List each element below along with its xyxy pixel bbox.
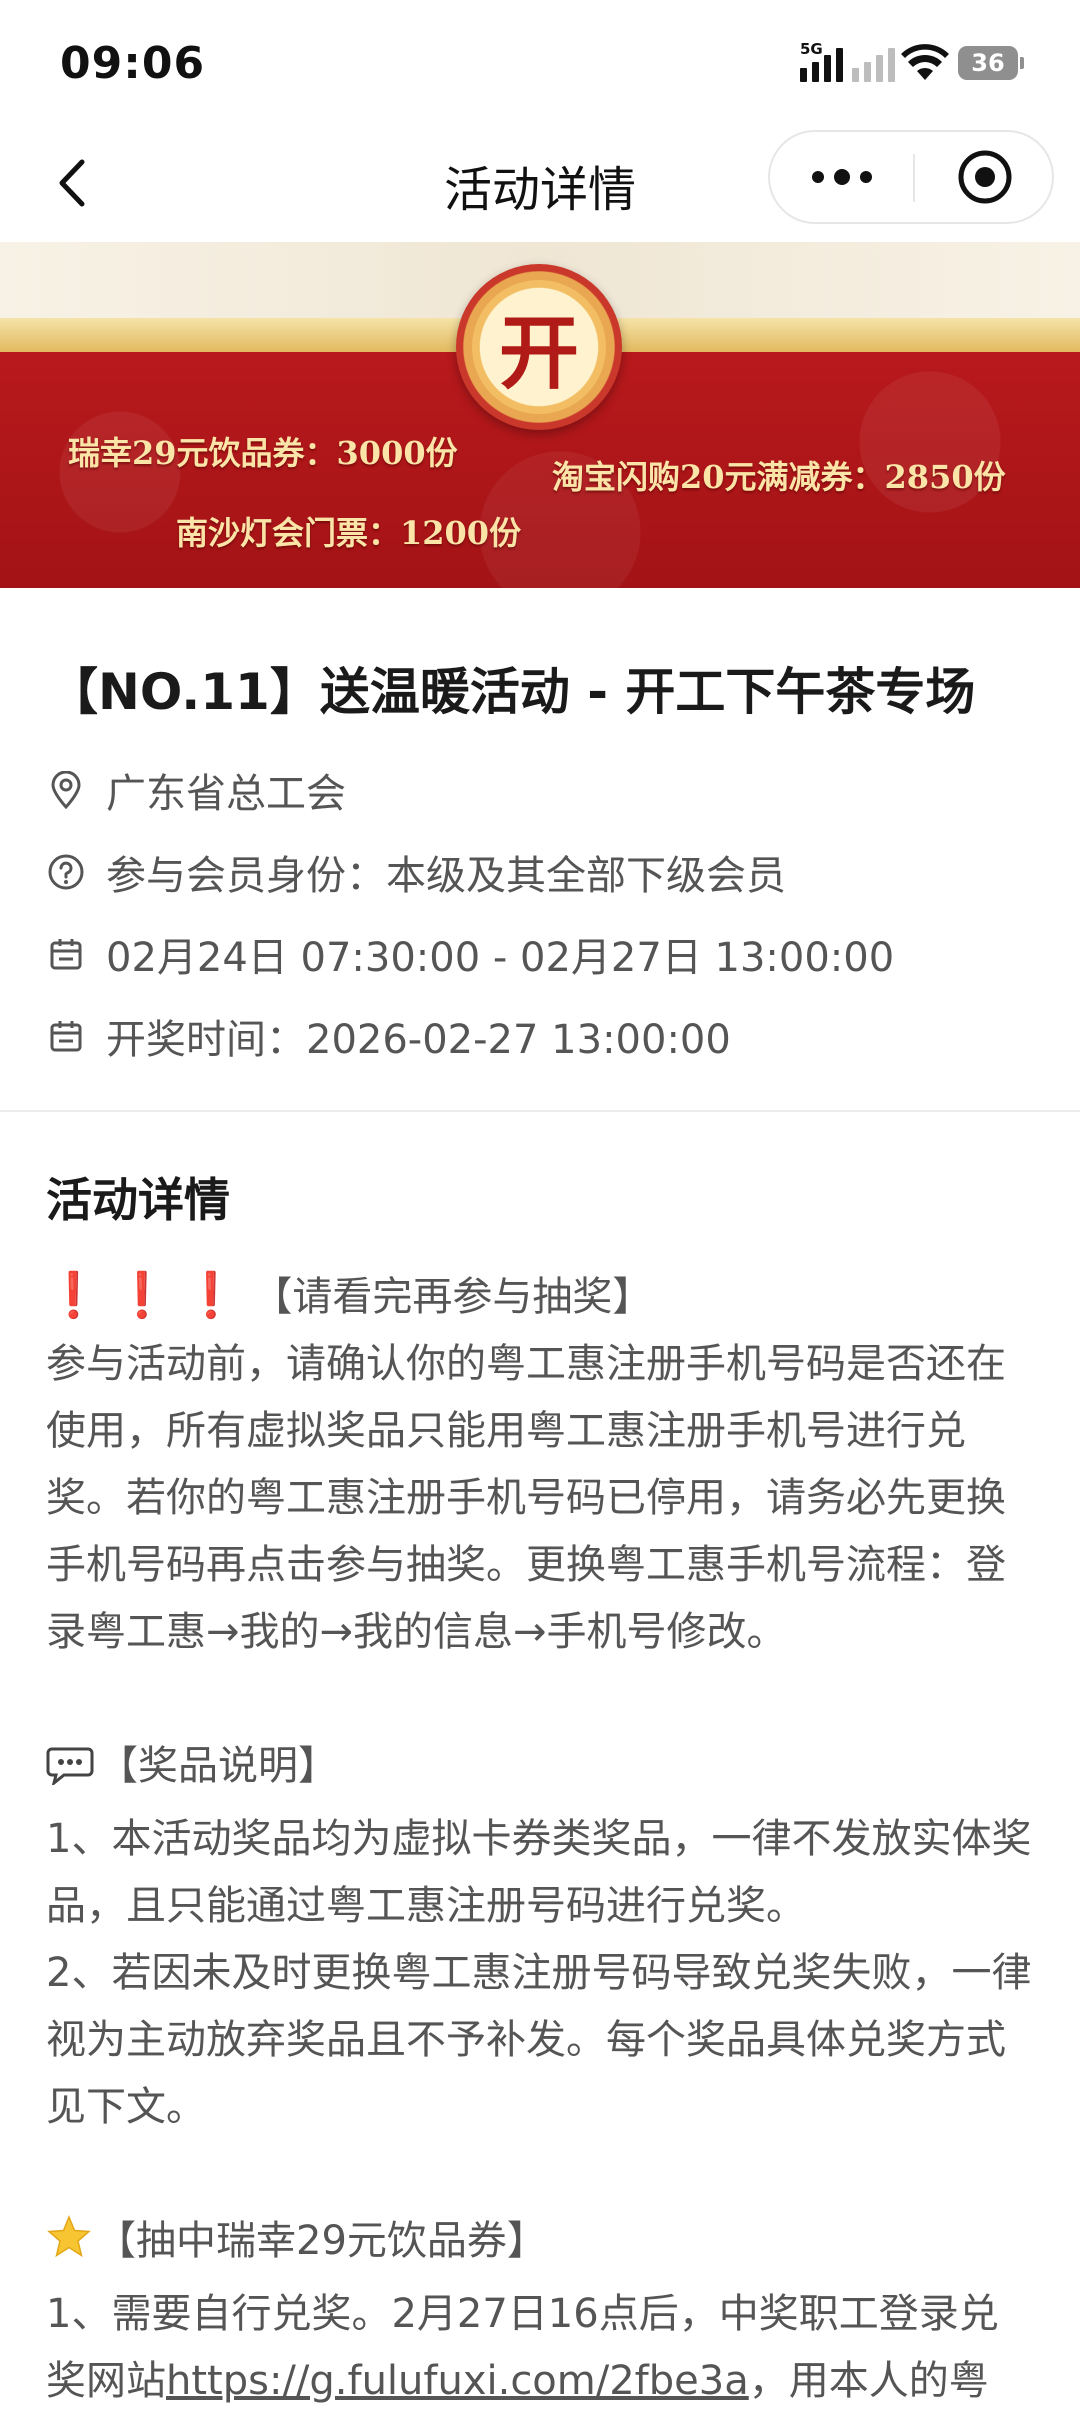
location-pin-icon bbox=[48, 771, 84, 809]
calendar-icon bbox=[48, 1018, 84, 1054]
notice-title: 【请看完再参与抽奖】 bbox=[252, 1274, 653, 1320]
section-divider bbox=[0, 1110, 1080, 1112]
speech-bubble-icon bbox=[46, 1739, 94, 1806]
draw-time-text: 开奖时间：2026-02-27 13:00:00 bbox=[106, 1017, 731, 1063]
details-body: ❗❗❗【请看完再参与抽奖】 参与活动前，请确认你的粤工惠注册手机号码是否还在使用… bbox=[46, 1262, 1036, 2415]
status-bar: 09:06 5G 36 bbox=[0, 0, 1080, 128]
wifi-icon bbox=[901, 44, 949, 80]
redeem-link[interactable]: https://g.fulufuxi.com/2fbe3a bbox=[166, 2358, 749, 2404]
calendar-icon bbox=[48, 936, 84, 972]
prize-desc-2: 2、若因未及时更换粤工惠注册号码导致兑奖失败，一律视为主动放弃奖品且不予补发。每… bbox=[46, 1950, 1032, 2130]
close-miniprogram-button[interactable] bbox=[915, 132, 1054, 222]
exclamation-icon: ❗❗❗ bbox=[46, 1270, 253, 1321]
notice-line: ❗❗❗【请看完再参与抽奖】 bbox=[46, 1262, 1036, 1331]
dot-icon bbox=[811, 171, 824, 183]
question-circle-icon bbox=[48, 854, 84, 890]
luckin-line: 【抽中瑞幸29元饮品券】 bbox=[46, 2208, 1036, 2281]
organizer-row: 广东省总工会 bbox=[48, 760, 346, 820]
more-button[interactable] bbox=[770, 132, 913, 222]
status-time: 09:06 bbox=[60, 38, 206, 89]
time-range-row: 02月24日 07:30:00 - 02月27日 13:00:00 bbox=[48, 924, 894, 984]
banner-prize-nansha: 南沙灯会门票：1200份 bbox=[176, 514, 522, 552]
star-icon bbox=[46, 2214, 92, 2281]
target-close-icon bbox=[958, 150, 1011, 204]
luckin-instruction-tail: ，用本人的粤 bbox=[748, 2358, 989, 2404]
dot-icon bbox=[833, 169, 850, 185]
activity-banner: 开 瑞幸29元饮品券：3000份 淘宝闪购20元满减券：2850份 南沙灯会门票… bbox=[0, 242, 1080, 588]
time-range-text: 02月24日 07:30:00 - 02月27日 13:00:00 bbox=[106, 935, 895, 981]
prize-desc-1: 1、本活动奖品均为虚拟卡券类奖品，一律不发放实体奖品，且只能通过粤工惠注册号码进… bbox=[46, 1816, 1032, 1929]
banner-seal: 开 bbox=[456, 264, 622, 430]
member-scope-row: 参与会员身份：本级及其全部下级会员 bbox=[48, 842, 786, 902]
prize-desc-title: 【奖品说明】 bbox=[98, 1743, 338, 1789]
banner-prize-luckin: 瑞幸29元饮品券：3000份 bbox=[68, 434, 458, 472]
back-button[interactable] bbox=[38, 150, 104, 216]
member-scope-text: 参与会员身份：本级及其全部下级会员 bbox=[106, 853, 786, 899]
signal-icon bbox=[800, 44, 843, 82]
luckin-title: 【抽中瑞幸29元饮品券】 bbox=[96, 2218, 547, 2264]
banner-prize-taobao: 淘宝闪购20元满减券：2850份 bbox=[552, 458, 1006, 496]
notice-body: 参与活动前，请确认你的粤工惠注册手机号码是否还在使用，所有虚拟奖品只能用粤工惠注… bbox=[46, 1341, 1006, 1655]
mini-program-capsule bbox=[768, 130, 1054, 224]
dot-icon bbox=[859, 171, 872, 183]
organizer-text: 广东省总工会 bbox=[106, 771, 346, 817]
chevron-left-icon bbox=[59, 159, 85, 207]
banner-seal-text: 开 bbox=[472, 280, 606, 414]
nav-bar: 活动详情 bbox=[0, 128, 1080, 242]
details-heading: 活动详情 bbox=[46, 1173, 230, 1227]
activity-title: 【NO.11】送温暖活动 - 开工下午茶专场 bbox=[48, 663, 976, 721]
prize-desc-line: 【奖品说明】 bbox=[46, 1733, 1036, 1806]
signal-secondary-icon bbox=[852, 44, 895, 82]
battery-icon: 36 bbox=[958, 46, 1024, 80]
draw-time-row: 开奖时间：2026-02-27 13:00:00 bbox=[48, 1006, 731, 1066]
luckin-instruction: 1、需要自行兑奖。2月27日16点后，中奖职工登录兑奖网站https://g.f… bbox=[46, 2281, 1036, 2415]
